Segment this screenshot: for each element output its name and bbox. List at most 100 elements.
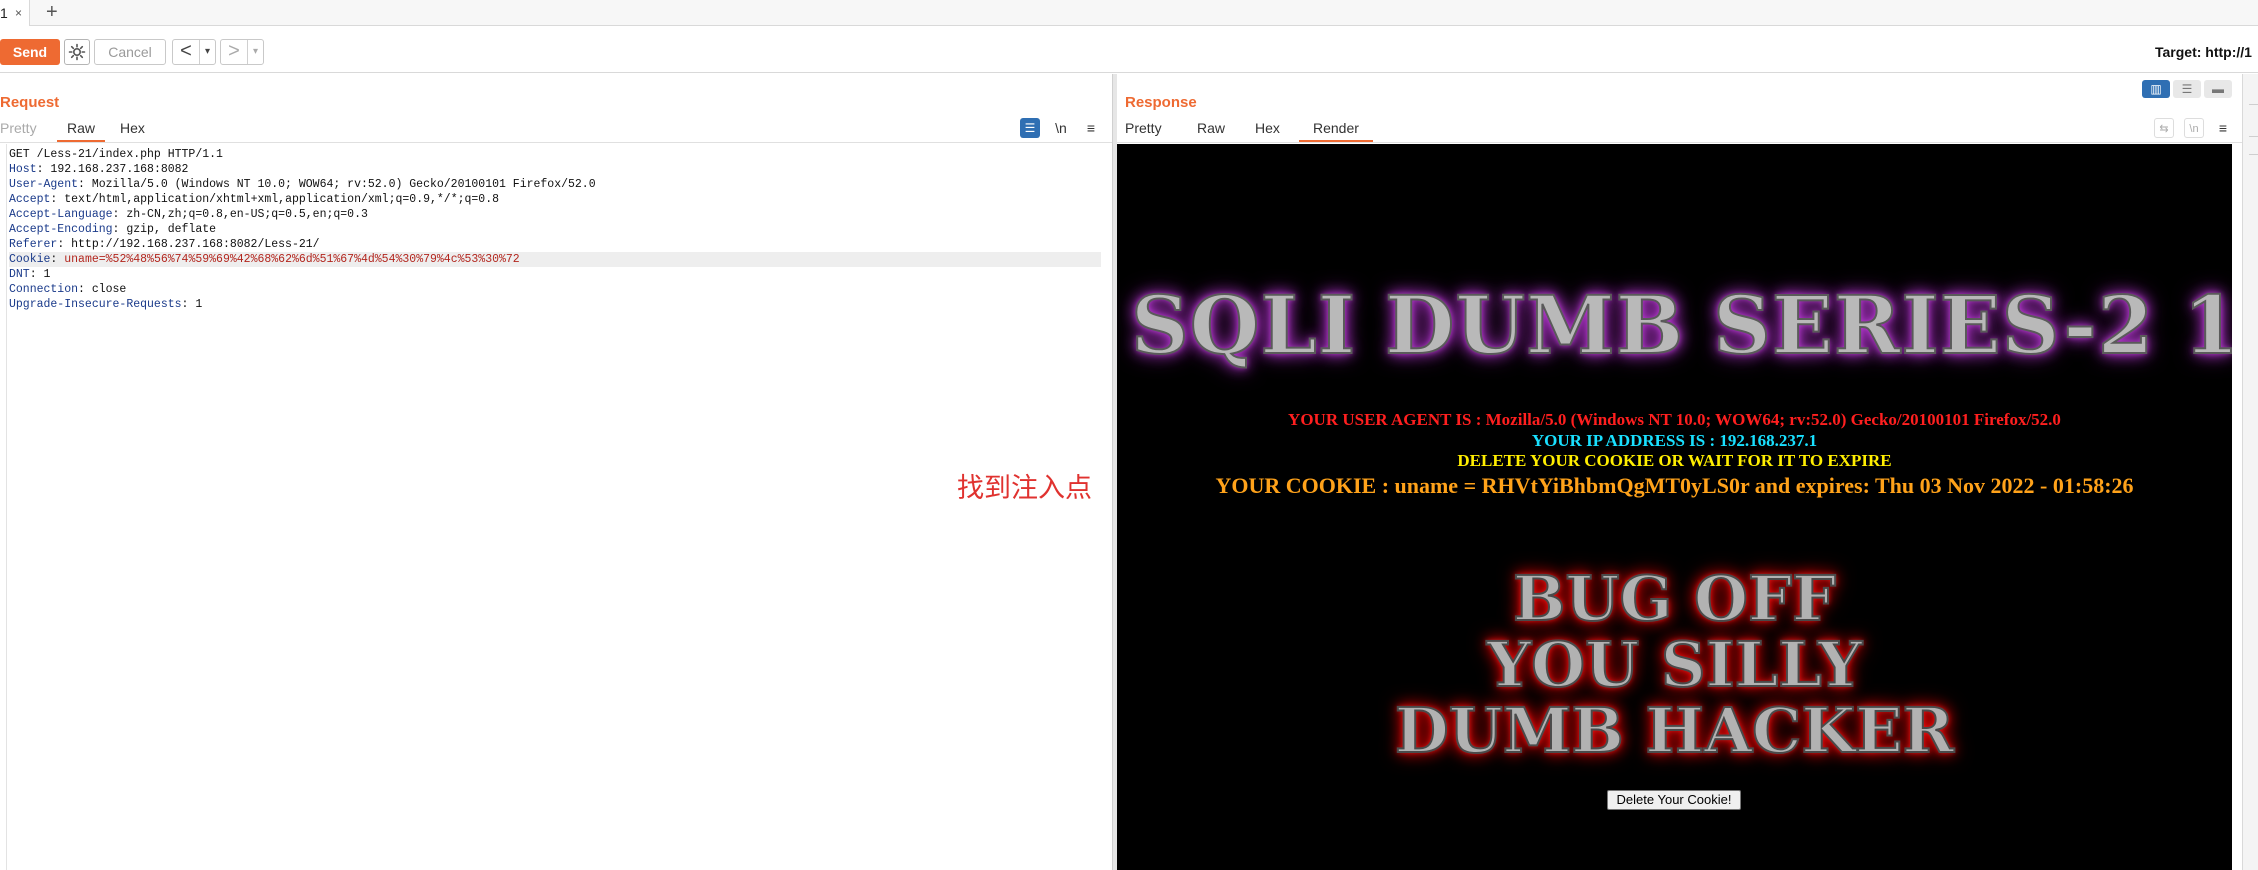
header-separator: : [50,253,65,266]
menu-icon[interactable]: ≡ [1081,118,1101,138]
right-side-panel [2242,74,2258,870]
menu-icon[interactable]: ≡ [2213,118,2233,138]
tab-pretty[interactable]: Pretty [1125,118,1162,142]
header-separator: : [112,223,127,236]
header-name: Accept [9,193,51,206]
header-value: text/html,application/xhtml+xml,applicat… [64,193,500,206]
header-name: Referer [9,238,58,251]
delete-cookie-button[interactable]: Delete Your Cookie! [1607,790,1741,810]
tab-strip: 1 × + [0,0,2258,26]
header-separator: : [29,268,44,281]
bug-off-line-1: BUG OFF [1512,561,1837,636]
gear-icon [68,43,86,61]
tab-raw[interactable]: Raw [1197,118,1225,142]
line-gutter [0,144,7,870]
chevron-right-icon: > [228,40,240,62]
request-line-text: GET /Less-21/index.php HTTP/1.1 [9,148,223,161]
cookie-line: YOUR COOKIE : uname = RHVtYiBhbmQgMT0yLS… [1215,473,2134,498]
add-tab-icon[interactable]: + [46,0,58,24]
tab-render[interactable]: Render [1299,118,1373,142]
request-pane: Request Pretty Raw Hex ☰ \n ≡ GET /Less-… [0,74,1112,870]
header-name: Accept-Encoding [9,223,113,236]
header-value: 1 [195,298,203,311]
request-line[interactable]: User-Agent: Mozilla/5.0 (Windows NT 10.0… [9,177,1101,192]
request-line[interactable]: Connection: close [9,282,1101,297]
tab-hex[interactable]: Hex [120,118,145,142]
request-line[interactable]: Accept: text/html,application/xhtml+xml,… [9,192,1101,207]
layout-stacked-icon[interactable]: ☰ [2173,80,2201,98]
divider [2249,104,2258,105]
header-separator: : [36,163,51,176]
response-title: Response [1125,94,1197,111]
request-line[interactable]: Referer: http://192.168.237.168:8082/Les… [9,237,1101,252]
rendered-page: SQLI DUMB SERIES-2 1 YOUR USER AGENT IS … [1117,144,2232,870]
divider [0,142,1112,143]
close-icon[interactable]: × [15,0,22,26]
request-text[interactable]: GET /Less-21/index.php HTTP/1.1 Host: 192… [9,147,1101,312]
user-agent-line: YOUR USER AGENT IS : Mozilla/5.0 (Window… [1288,410,2061,429]
header-separator: : [57,238,72,251]
send-button[interactable]: Send [0,39,60,65]
header-separator: : [78,178,92,191]
header-name: Upgrade-Insecure-Requests [9,298,182,311]
header-separator: : [50,193,65,206]
divider [1117,142,2242,143]
wrap-lines-icon[interactable]: ⇆ [2154,118,2174,138]
header-value: uname=%52%48%56%74%59%69%42%68%62%6d%51%… [64,253,520,266]
chevron-left-icon: < [180,40,192,62]
toolbar: Send Cancel < ▾ > ▾ Target: http://1 [0,27,2258,73]
header-value: Mozilla/5.0 (Windows NT 10.0; WOW64; rv:… [91,178,596,191]
header-name: Host [9,163,37,176]
tab-label: 1 [0,5,8,21]
header-separator: : [78,283,92,296]
tab-hex[interactable]: Hex [1255,118,1280,142]
header-value: close [91,283,127,296]
tab-pretty[interactable]: Pretty [0,118,37,142]
chevron-down-icon[interactable]: ▾ [199,40,215,64]
divider [2249,154,2258,155]
header-name: User-Agent [9,178,79,191]
header-name: DNT [9,268,30,281]
header-value: gzip, deflate [126,223,217,236]
header-separator: : [181,298,196,311]
back-button[interactable]: < ▾ [172,39,216,65]
bug-off-line-3: DUMB HACKER [1394,693,1955,768]
tab-raw[interactable]: Raw [57,118,106,142]
wrap-lines-icon[interactable]: ☰ [1020,118,1040,138]
header-value: http://192.168.237.168:8082/Less-21/ [71,238,320,251]
request-title: Request [0,94,60,111]
layout-tabbed-icon[interactable]: ▬ [2204,80,2232,98]
repeater-tab[interactable]: 1 × [0,0,30,26]
header-separator: : [112,208,127,221]
cancel-button[interactable]: Cancel [94,39,166,65]
forward-button[interactable]: > ▾ [220,39,264,65]
chevron-down-icon[interactable]: ▾ [247,40,263,64]
layout-side-by-side-icon[interactable]: ▥ [2142,80,2170,98]
bug-off-line-2: YOU SILLY [1486,627,1863,702]
request-view-tabs: Pretty Raw Hex [0,118,200,142]
header-value: 192.168.237.168:8082 [50,163,189,176]
target-label[interactable]: Target: http://1 [2155,44,2252,60]
header-value: 1 [43,268,51,281]
request-line[interactable]: Accept-Encoding: gzip, deflate [9,222,1101,237]
header-name: Cookie [9,253,51,266]
request-line[interactable]: DNT: 1 [9,267,1101,282]
response-pane: ▥ ☰ ▬ Response Pretty Raw Hex Render ⇆ \… [1117,74,2242,870]
delete-cookie-notice: DELETE YOUR COOKIE OR WAIT FOR IT TO EXP… [1457,451,1892,470]
request-editor[interactable]: GET /Less-21/index.php HTTP/1.1 Host: 192… [0,144,1112,870]
response-view-tabs: Pretty Raw Hex Render [1125,118,1425,142]
header-value: zh-CN,zh;q=0.8,en-US;q=0.5,en;q=0.3 [126,208,368,221]
request-line[interactable]: Upgrade-Insecure-Requests: 1 [9,297,1101,312]
request-line[interactable]: GET /Less-21/index.php HTTP/1.1 [9,147,1101,162]
ip-address-line: YOUR IP ADDRESS IS : 192.168.237.1 [1531,431,1818,450]
settings-button[interactable] [64,39,90,65]
header-name: Accept-Language [9,208,113,221]
request-line[interactable]: Cookie: uname=%52%48%56%74%59%69%42%68%6… [9,252,1101,267]
series-banner: SQLI DUMB SERIES-2 1 [1130,277,2232,373]
divider [2249,136,2258,137]
request-line[interactable]: Accept-Language: zh-CN,zh;q=0.8,en-US;q=… [9,207,1101,222]
newline-icon[interactable]: \n [1051,118,1071,138]
request-line[interactable]: Host: 192.168.237.168:8082 [9,162,1101,177]
header-name: Connection [9,283,79,296]
newline-icon[interactable]: \n [2184,118,2204,138]
